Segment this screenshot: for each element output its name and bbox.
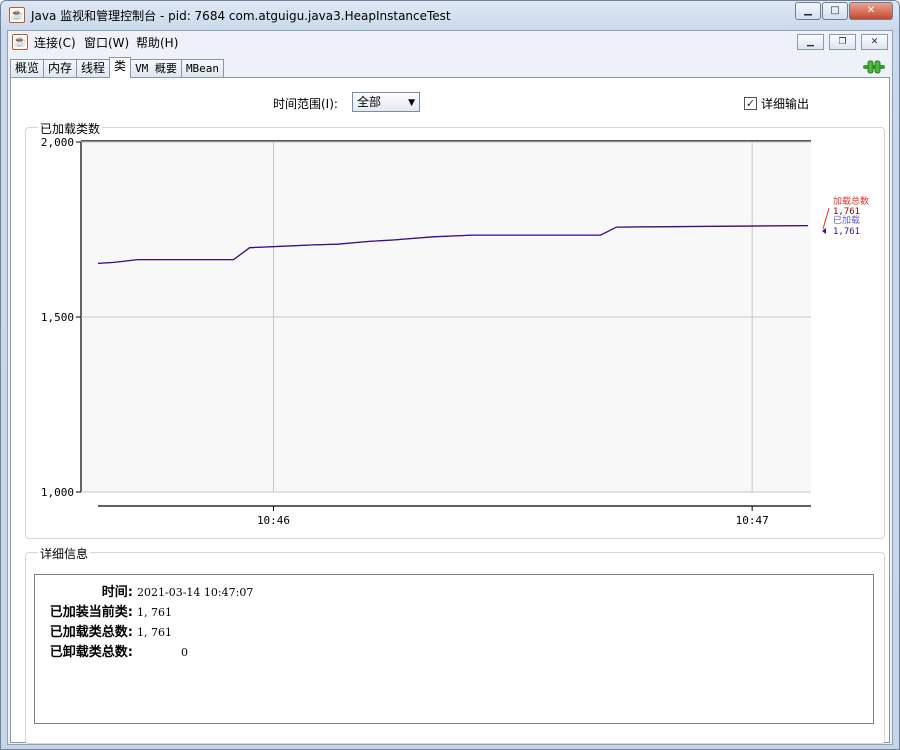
java-icon: ☕: [9, 7, 25, 23]
frame-restore-button[interactable]: ❐: [829, 34, 856, 50]
menu-help[interactable]: 帮助(H): [136, 34, 178, 51]
detail-current-loaded-label: 已加装当前类:: [49, 605, 133, 620]
detail-total-loaded-label: 已加载类总数:: [49, 625, 133, 640]
loaded-classes-chart: 2,000 1,500 1,000 10:46 10:47 加载总数 1,761 已加…: [41, 136, 869, 527]
minimize-button[interactable]: ▁: [795, 2, 821, 20]
detail-total-unloaded-value: 0: [181, 646, 188, 659]
detail-row-total-loaded: 已加载类总数: 1, 761: [35, 621, 172, 640]
verbose-label: 详细输出: [761, 97, 810, 111]
main-window: ☕ Java 监视和管理控制台 - pid: 7684 com.atguigu.…: [0, 0, 900, 750]
tab-mbean[interactable]: MBean: [180, 59, 225, 78]
x-tick-label: 10:47: [736, 514, 769, 527]
x-tick-label: 10:46: [257, 514, 290, 527]
detail-row-current-loaded: 已加装当前类: 1, 761: [35, 601, 172, 620]
tab-strip: 概览 内存 线程 类 VM 概要 MBean: [10, 57, 225, 78]
maximize-button[interactable]: □: [822, 2, 848, 20]
chevron-down-icon: ▼: [408, 98, 415, 108]
tab-memory[interactable]: 内存: [43, 59, 78, 78]
y-tick-label: 1,500: [41, 311, 74, 324]
frame-minimize-button[interactable]: ▁: [797, 34, 824, 50]
menu-window[interactable]: 窗口(W): [84, 34, 129, 51]
window-title: Java 监视和管理控制台 - pid: 7684 com.atguigu.ja…: [31, 9, 451, 23]
time-range-label: 时间范围(I):: [273, 97, 338, 111]
detail-total-unloaded-label: 已卸载类总数:: [49, 645, 133, 660]
legend-loaded-value: 1,761: [833, 227, 860, 237]
verbose-output-toggle[interactable]: ✓ 详细输出: [744, 95, 809, 112]
verbose-checkbox[interactable]: ✓: [744, 97, 757, 110]
java-icon[interactable]: ☕: [12, 34, 28, 50]
window-controls: ▁ □ ✕: [794, 2, 893, 20]
menu-connection[interactable]: 连接(C): [34, 34, 76, 51]
frame-close-button[interactable]: ✕: [861, 34, 888, 50]
menu-bar: ☕ 连接(C) 窗口(W) 帮助(H) ▁ ❐ ✕: [8, 31, 892, 53]
details-title: 详细信息: [38, 545, 91, 562]
detail-row-total-unloaded: 已卸载类总数: 0: [35, 641, 188, 660]
current-value-marker: [822, 228, 826, 234]
legend-total-label: 加载总数: [833, 195, 869, 207]
connection-status-icon: [863, 60, 885, 74]
detail-time-value: 2021-03-14 10:47:07: [137, 586, 254, 599]
internal-frame: ☕ 连接(C) 窗口(W) 帮助(H) ▁ ❐ ✕ 概览 内存 线程 类 VM …: [7, 30, 893, 745]
legend-connector: [822, 207, 830, 230]
legend-loaded-label: 已加载: [833, 214, 860, 226]
loaded-classes-group: 已加载类数 2,000 1,500 1,000 10:46 10:47 加载总数 1,…: [25, 120, 885, 539]
tab-vm-summary[interactable]: VM 概要: [130, 59, 182, 78]
tab-overview[interactable]: 概览: [10, 59, 45, 78]
detail-total-loaded-value: 1, 761: [137, 626, 172, 639]
close-button[interactable]: ✕: [849, 2, 893, 20]
details-group: 详细信息 时间: 2021-03-14 10:47:07 已加装当前类: 1, …: [25, 545, 885, 744]
time-range-value: 全部: [357, 95, 382, 109]
y-tick-label: 2,000: [41, 136, 74, 149]
chart-title: 已加载类数: [38, 120, 103, 137]
details-panel: 时间: 2021-03-14 10:47:07 已加装当前类: 1, 761 已…: [34, 574, 874, 724]
time-range-select[interactable]: 全部 ▼: [352, 92, 420, 112]
frame-controls: ▁ ❐ ✕: [792, 34, 888, 50]
title-bar[interactable]: ☕ Java 监视和管理控制台 - pid: 7684 com.atguigu.…: [1, 1, 899, 29]
detail-row-time: 时间: 2021-03-14 10:47:07: [35, 581, 254, 600]
classes-tab-panel: 时间范围(I): 全部 ▼ ✓ 详细输出 已加载类数 2,000 1,500 1,0…: [10, 77, 890, 744]
tab-threads[interactable]: 线程: [76, 59, 111, 78]
detail-current-loaded-value: 1, 761: [137, 606, 172, 619]
detail-time-label: 时间:: [101, 585, 133, 600]
y-tick-label: 1,000: [41, 486, 74, 499]
tab-classes[interactable]: 类: [109, 57, 132, 78]
